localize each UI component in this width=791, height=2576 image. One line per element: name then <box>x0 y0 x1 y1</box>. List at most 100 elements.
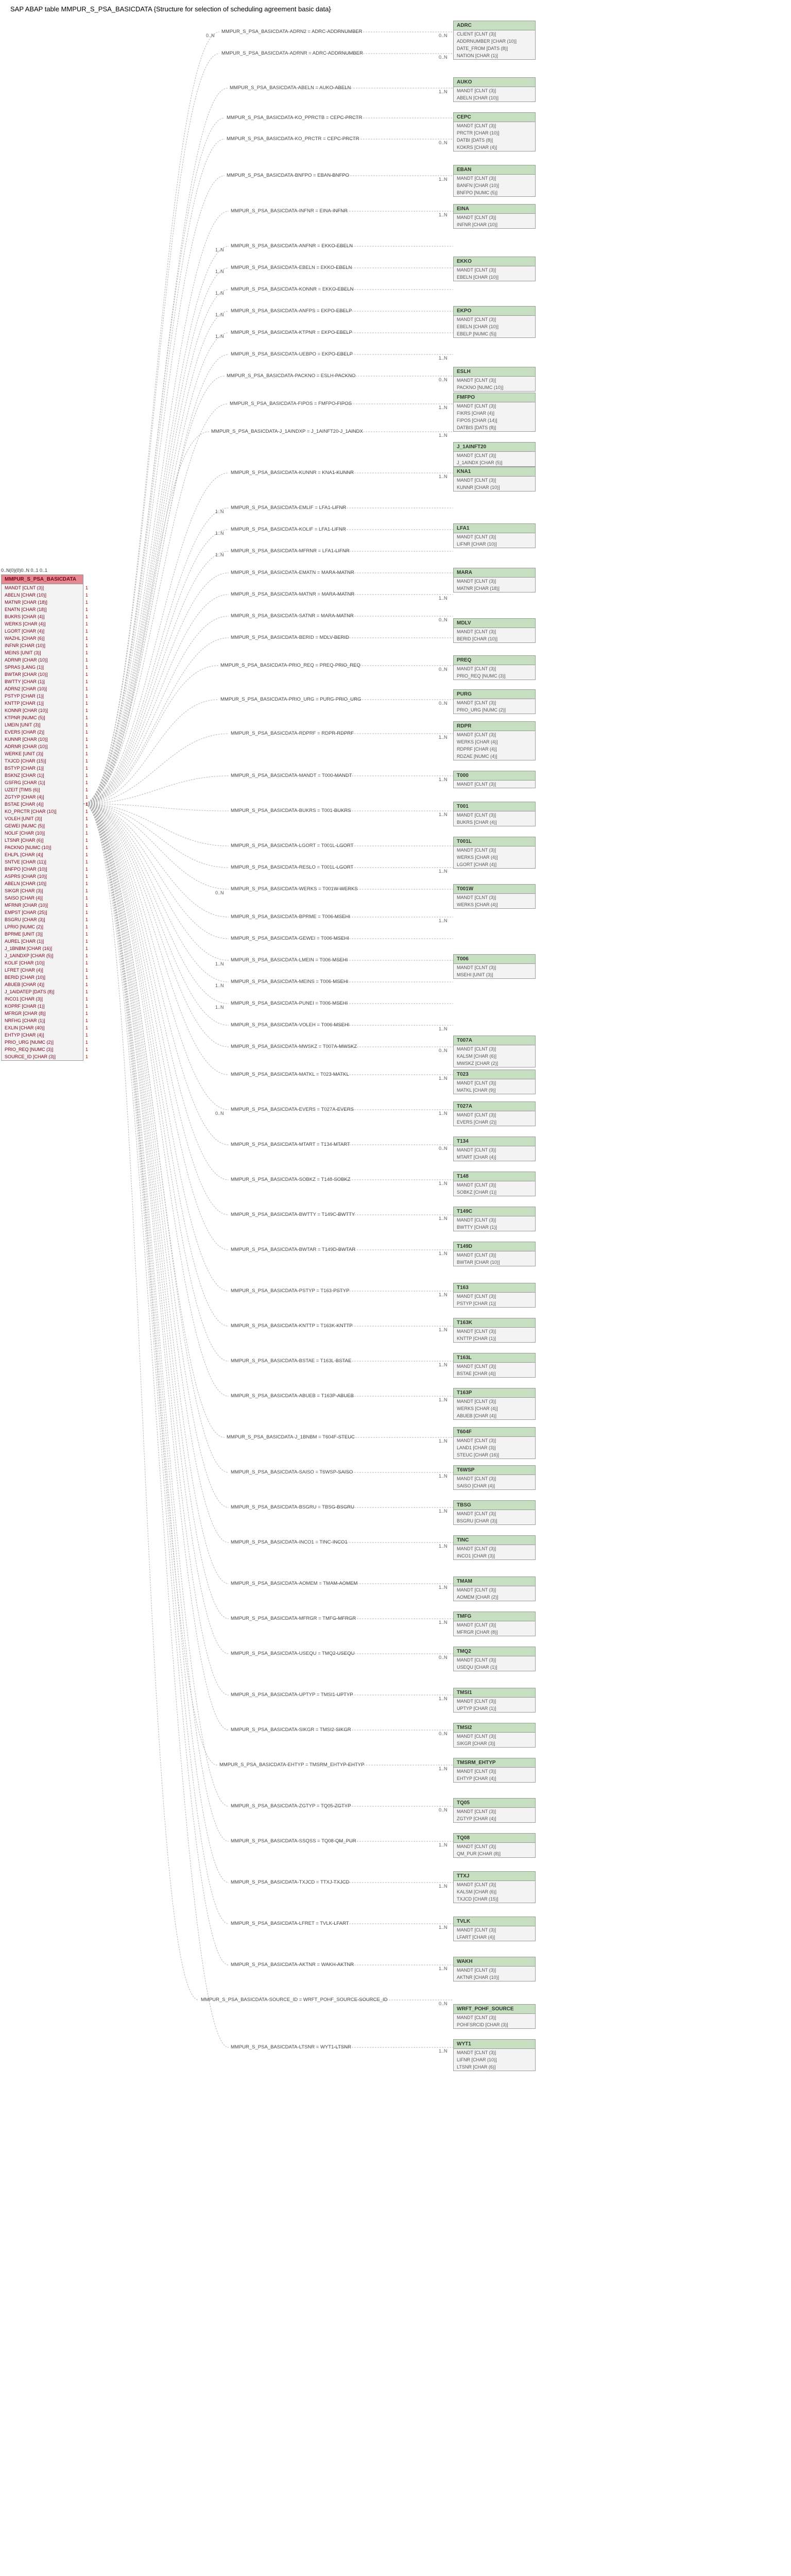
target-field: MANDT [CLNT (3)] <box>454 1398 535 1405</box>
target-field: WERKS [CHAR (4)] <box>454 738 535 745</box>
target-field: MANDT [CLNT (3)] <box>454 846 535 854</box>
edge-card-right: 1..N <box>439 918 448 923</box>
edge-card-right: 1..N <box>439 1473 448 1479</box>
edge-card-right: 1..N <box>439 1438 448 1444</box>
target-node: AUKOMANDT [CLNT (3)]ABELN [CHAR (10)] <box>453 77 536 102</box>
target-header: T134 <box>454 1137 535 1146</box>
edge-card-right: 1..N <box>439 1026 448 1031</box>
root-field: MFRNR [CHAR (10)]1 <box>2 902 83 909</box>
edge-label: MMPUR_S_PSA_BASICDATA-SSQSS = TQ08-QM_PU… <box>231 1838 356 1844</box>
target-field: MANDT [CLNT (3)] <box>454 1111 535 1118</box>
root-field: PRIO_REQ [NUMC (3)]1 <box>2 1046 83 1053</box>
target-header: AUKO <box>454 78 535 87</box>
edge-card-left: 1..N <box>215 961 224 967</box>
root-field: BSGRU [CHAR (3)]1 <box>2 916 83 923</box>
target-field: LGORT [CHAR (4)] <box>454 861 535 868</box>
target-header: T6WSP <box>454 1466 535 1475</box>
target-field: MANDT [CLNT (3)] <box>454 578 535 585</box>
target-field: USEQU [CHAR (1)] <box>454 1664 535 1671</box>
edge-card-right: 1..N <box>439 1216 448 1221</box>
root-field: SAISO [CHAR (4)]1 <box>2 894 83 902</box>
edge-label: MMPUR_S_PSA_BASICDATA-MEINS = T006-MSEHI <box>231 979 348 985</box>
target-field: FIPOS [CHAR (14)] <box>454 417 535 424</box>
edge-label: MMPUR_S_PSA_BASICDATA-SOURCE_ID = WRFT_P… <box>201 1997 388 2003</box>
root-field: BWTTY [CHAR (1)]1 <box>2 678 83 685</box>
target-node: T000MANDT [CLNT (3)] <box>453 771 536 788</box>
target-node: TVLKMANDT [CLNT (3)]LFART [CHAR (4)] <box>453 1917 536 1941</box>
target-field: ADDRNUMBER [CHAR (10)] <box>454 38 535 45</box>
target-field: MATKL [CHAR (9)] <box>454 1087 535 1094</box>
target-header: J_1AINFT20 <box>454 443 535 452</box>
edge-label: MMPUR_S_PSA_BASICDATA-ANFPS = EKPO-EBELP <box>231 308 352 314</box>
root-field: SNTVE [CHAR (11)]1 <box>2 858 83 866</box>
target-node: TMFGMANDT [CLNT (3)]MFRGR [CHAR (8)] <box>453 1612 536 1636</box>
target-field: INCO1 [CHAR (3)] <box>454 1552 535 1560</box>
root-field: KOLIF [CHAR (10)]1 <box>2 959 83 967</box>
target-header: T163K <box>454 1318 535 1328</box>
target-field: MANDT [CLNT (3)] <box>454 2014 535 2021</box>
edge-label: MMPUR_S_PSA_BASICDATA-PACKNO = ESLH-PACK… <box>227 373 355 379</box>
target-node: TMAMMANDT [CLNT (3)]AOMEM [CHAR (2)] <box>453 1577 536 1601</box>
edge-label: MMPUR_S_PSA_BASICDATA-EBELN = EKKO-EBELN <box>231 265 352 270</box>
edge-card-right: 1..N <box>439 1251 448 1256</box>
edge-label: MMPUR_S_PSA_BASICDATA-RESLO = T001L-LGOR… <box>231 865 353 870</box>
target-header: EBAN <box>454 165 535 175</box>
edge-label: MMPUR_S_PSA_BASICDATA-EMATN = MARA-MATNR <box>231 570 354 575</box>
target-header: T001L <box>454 837 535 846</box>
target-field: STEUC [CHAR (16)] <box>454 1451 535 1459</box>
target-field: AKTNR [CHAR (10)] <box>454 1974 535 1981</box>
target-field: SOBKZ [CHAR (1)] <box>454 1189 535 1196</box>
edge-card-left: 1..N <box>215 509 224 514</box>
edge-label: MMPUR_S_PSA_BASICDATA-J_1BNBM = T604F-ST… <box>227 1434 355 1440</box>
target-node: T149CMANDT [CLNT (3)]BWTTY [CHAR (1)] <box>453 1207 536 1231</box>
root-field: BPRME [UNIT (3)]1 <box>2 930 83 938</box>
target-field: PRIO_REQ [NUMC (3)] <box>454 672 535 680</box>
edges-svg <box>0 0 791 2092</box>
target-header: EKPO <box>454 307 535 316</box>
edge-label: MMPUR_S_PSA_BASICDATA-USEQU = TMQ2-USEQU <box>231 1651 354 1656</box>
target-field: MANDT [CLNT (3)] <box>454 1181 535 1189</box>
root-field: BNFPO [CHAR (10)]1 <box>2 866 83 873</box>
root-field: ADRNR [CHAR (10)]1 <box>2 656 83 664</box>
root-field: J_1BNBM [CHAR (16)]1 <box>2 945 83 952</box>
target-node: ADRCCLIENT [CLNT (3)]ADDRNUMBER [CHAR (1… <box>453 21 536 60</box>
edge-card-left: 0..N <box>206 33 215 38</box>
root-field: BERID [CHAR (10)]1 <box>2 974 83 981</box>
edge-card-right: 1..N <box>439 735 448 740</box>
edge-card-left: 1..N <box>215 1005 224 1010</box>
target-header: T000 <box>454 771 535 781</box>
target-field: MATNR [CHAR (18)] <box>454 585 535 592</box>
target-header: MARA <box>454 568 535 578</box>
root-field: EXLIN [CHAR (40)]1 <box>2 1024 83 1031</box>
target-field: QM_PUR [CHAR (8)] <box>454 1850 535 1857</box>
edge-label: MMPUR_S_PSA_BASICDATA-KO_PRCTR = CEPC-PR… <box>227 136 359 142</box>
target-field: MANDT [CLNT (3)] <box>454 699 535 706</box>
edge-label: MMPUR_S_PSA_BASICDATA-PSTYP = T163-PSTYP <box>231 1288 349 1294</box>
target-field: DATBIS [DATS (8)] <box>454 424 535 431</box>
target-field: LIFNR [CHAR (10)] <box>454 540 535 548</box>
edge-label: MMPUR_S_PSA_BASICDATA-BUKRS = T001-BUKRS <box>231 808 351 814</box>
edge-label: MMPUR_S_PSA_BASICDATA-MANDT = T000-MANDT <box>231 773 352 778</box>
target-field: MANDT [CLNT (3)] <box>454 1328 535 1335</box>
target-field: ABUEB [CHAR (4)] <box>454 1412 535 1419</box>
edge-label: MMPUR_S_PSA_BASICDATA-ZGTYP = TQ05-ZGTYP <box>231 1803 351 1809</box>
target-header: T027A <box>454 1102 535 1111</box>
edge-label: MMPUR_S_PSA_BASICDATA-INFNR = EINA-INFNR <box>231 208 348 214</box>
target-header: FMFPO <box>454 393 535 402</box>
edge-label: MMPUR_S_PSA_BASICDATA-FIPOS = FMFPO-FIPO… <box>230 401 352 406</box>
target-field: BWTAR [CHAR (10)] <box>454 1259 535 1266</box>
target-field: EBELN [CHAR (10)] <box>454 323 535 330</box>
target-field: BSTAE [CHAR (4)] <box>454 1370 535 1377</box>
target-field: SIKGR [CHAR (3)] <box>454 1740 535 1747</box>
root-field: SOURCE_ID [CHAR (3)]1 <box>2 1053 83 1060</box>
target-node: WRFT_POHF_SOURCEMANDT [CLNT (3)]POHFSRCI… <box>453 2004 536 2029</box>
root-field: WERKS [CHAR (4)]1 <box>2 620 83 628</box>
target-node: T006MANDT [CLNT (3)]MSEHI [UNIT (3)] <box>453 954 536 979</box>
target-field: KNTTP [CHAR (1)] <box>454 1335 535 1342</box>
target-node: TMSI2MANDT [CLNT (3)]SIKGR [CHAR (3)] <box>453 1723 536 1748</box>
target-header: T163 <box>454 1283 535 1293</box>
target-field: LAND1 [CHAR (3)] <box>454 1444 535 1451</box>
target-field: DATBI [DATS (8)] <box>454 137 535 144</box>
root-field: MFRGR [CHAR (8)]1 <box>2 1010 83 1017</box>
edge-card-right: 0..N <box>439 1048 448 1053</box>
